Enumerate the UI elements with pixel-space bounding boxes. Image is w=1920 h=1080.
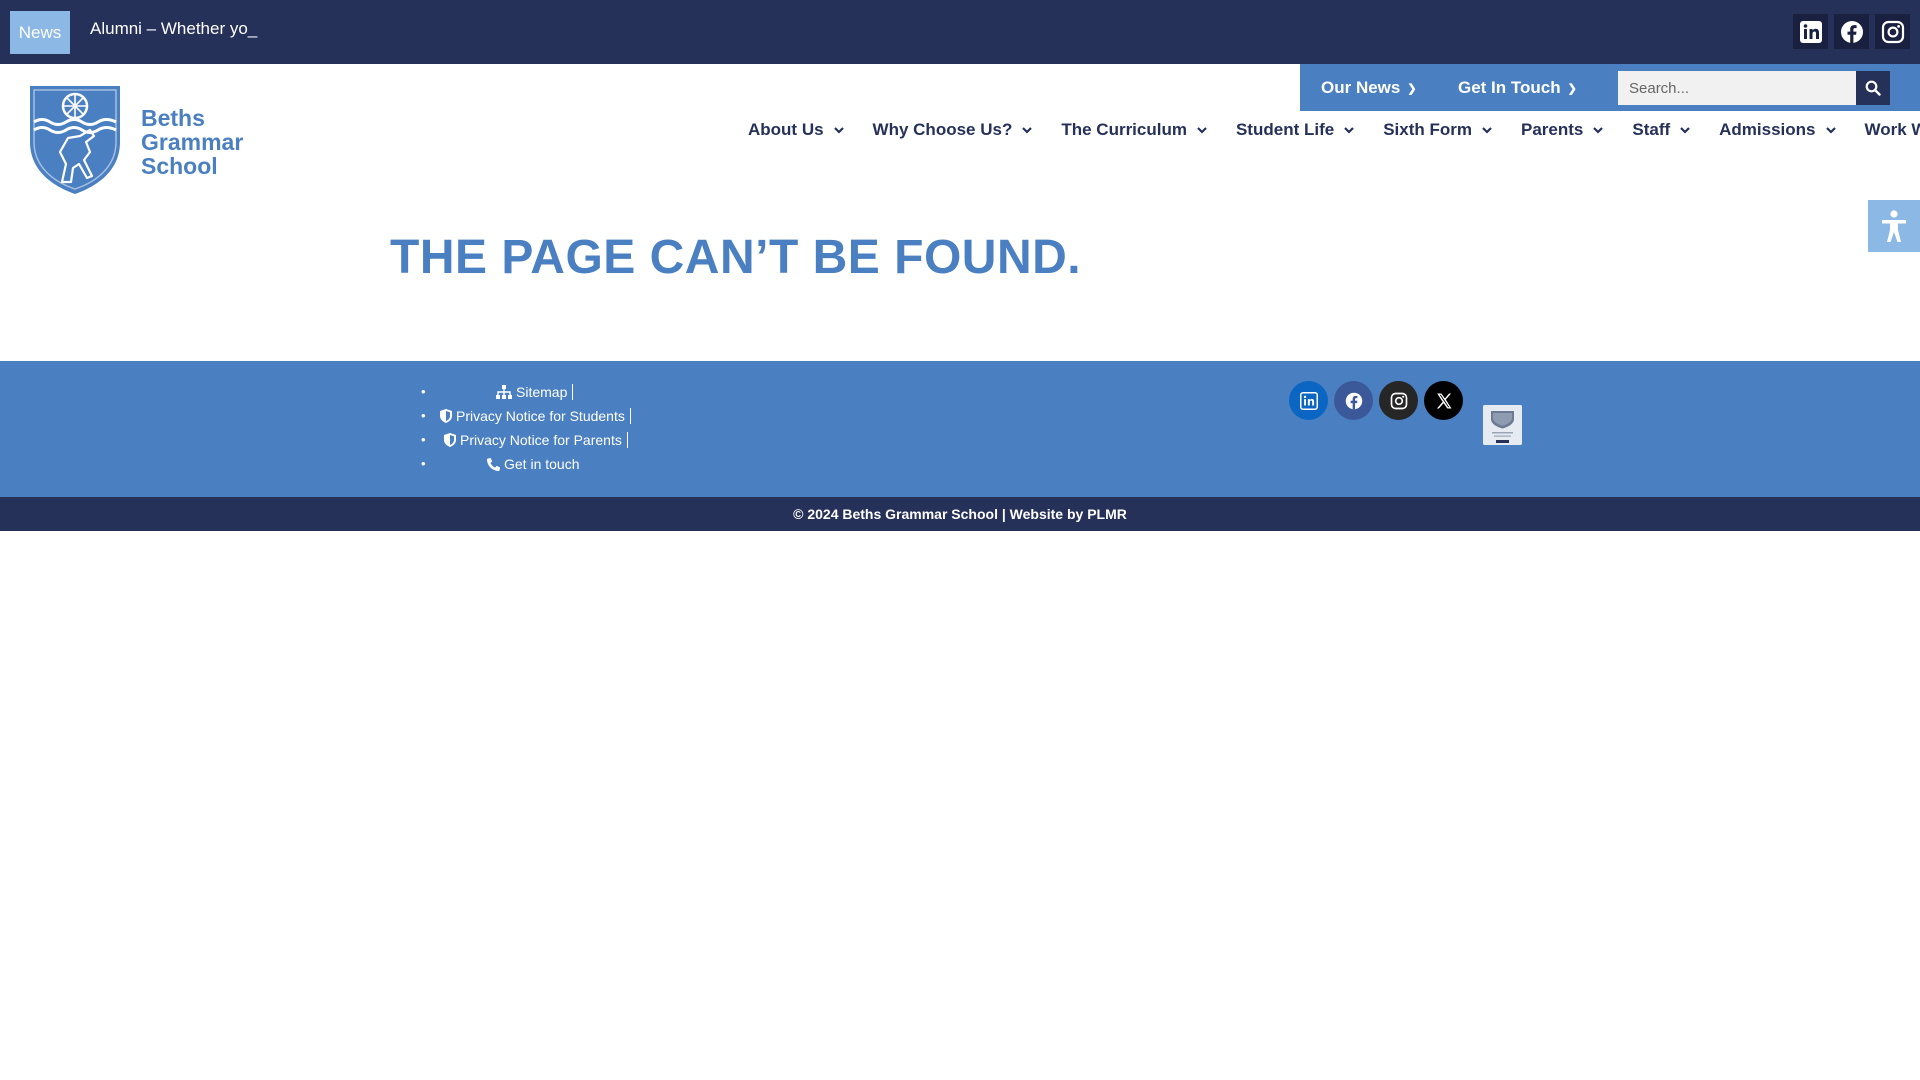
accessibility-toolbar-button[interactable] xyxy=(1868,200,1920,252)
nav-item-label: Work With Us xyxy=(1864,120,1920,139)
footer-link-label: Privacy Notice for Students xyxy=(456,408,625,424)
instagram-link[interactable] xyxy=(1875,14,1910,49)
news-label[interactable]: News xyxy=(10,11,70,54)
nav-item-parents[interactable]: Parents xyxy=(1521,120,1604,140)
facebook-icon xyxy=(1345,392,1362,409)
chevron-down-icon xyxy=(833,127,844,134)
x-icon xyxy=(1436,393,1451,408)
search-icon xyxy=(1865,80,1881,96)
site-header: Beths Grammar School Our News ❯ Get In To… xyxy=(0,64,1920,204)
school-name-line: School xyxy=(141,153,218,179)
nav-item-work-with-us[interactable]: Work With Us xyxy=(1865,120,1920,140)
linkedin-icon xyxy=(1299,391,1318,410)
utility-nav-get-in-touch[interactable]: Get In Touch ❯ xyxy=(1458,64,1577,111)
nav-item-why-choose-us[interactable]: Why Choose Us? xyxy=(873,120,1034,140)
nav-item-staff[interactable]: Staff xyxy=(1632,120,1691,140)
chevron-down-icon xyxy=(1680,127,1690,134)
footer-link-privacy-parents[interactable]: Privacy Notice for Parents xyxy=(444,429,628,451)
utility-bar: Our News ❯ Get In Touch ❯ xyxy=(1300,64,1920,111)
footer-link-label: Sitemap xyxy=(516,384,568,400)
linkedin-icon xyxy=(1799,20,1822,43)
chevron-down-icon xyxy=(1482,127,1492,134)
chevron-down-icon xyxy=(1197,127,1207,134)
chevron-down-icon: ❯ xyxy=(1567,83,1577,95)
chevron-down-icon xyxy=(1344,127,1354,134)
footer-link-label: Get in touch xyxy=(504,456,580,472)
nav-item-admissions[interactable]: Admissions xyxy=(1719,120,1836,140)
nav-item-student-life[interactable]: Student Life xyxy=(1236,120,1355,140)
utility-nav-label: Our News xyxy=(1321,78,1401,97)
accessibility-icon xyxy=(1882,210,1906,242)
school-crest-logo[interactable] xyxy=(28,84,122,196)
footer-social-links xyxy=(1289,381,1463,420)
shield-icon xyxy=(440,409,452,423)
news-ticker-text[interactable]: Alumni – Whether yo_ xyxy=(90,19,257,39)
nav-item-label: The Curriculum xyxy=(1061,120,1187,139)
search-input[interactable] xyxy=(1618,71,1856,105)
facebook-link[interactable] xyxy=(1834,14,1869,49)
school-name-line: Beths xyxy=(141,105,205,131)
footer-linkedin-link[interactable] xyxy=(1289,381,1328,420)
nav-item-the-curriculum[interactable]: The Curriculum xyxy=(1061,120,1208,140)
copyright-bar: © 2024 Beths Grammar School | Website by… xyxy=(0,497,1920,531)
shield-icon xyxy=(444,433,456,447)
main-navigation: About Us Why Choose Us? The Curriculum S… xyxy=(748,118,1920,142)
footer-link-label: Privacy Notice for Parents xyxy=(460,432,622,448)
page-title: THE PAGE CAN’T BE FOUND. xyxy=(390,231,1082,284)
nav-item-label: Admissions xyxy=(1719,120,1816,139)
instagram-icon xyxy=(1390,392,1407,409)
search-button[interactable] xyxy=(1856,71,1890,105)
nav-item-label: Staff xyxy=(1632,120,1671,139)
nav-item-about-us[interactable]: About Us xyxy=(748,120,845,140)
chevron-down-icon xyxy=(1593,127,1604,134)
linkedin-link[interactable] xyxy=(1793,14,1828,49)
sitemap-icon xyxy=(496,385,512,399)
footer-x-link[interactable] xyxy=(1424,381,1463,420)
chevron-down-icon xyxy=(1825,127,1836,134)
top-social-links xyxy=(1793,14,1910,49)
nav-item-sixth-form[interactable]: Sixth Form xyxy=(1383,120,1493,140)
instagram-icon xyxy=(1881,20,1904,43)
chevron-down-icon xyxy=(1022,127,1033,134)
footer-facebook-link[interactable] xyxy=(1334,381,1373,420)
footer-link-privacy-students[interactable]: Privacy Notice for Students xyxy=(440,405,631,427)
nav-item-label: Sixth Form xyxy=(1383,120,1472,139)
school-name[interactable]: Beths Grammar School xyxy=(141,106,243,178)
footer-link-get-in-touch[interactable]: Get in touch xyxy=(487,453,580,475)
facebook-icon xyxy=(1840,20,1863,43)
site-footer: Sitemap Privacy Notice for Students Priv… xyxy=(0,361,1920,497)
nav-item-label: About Us xyxy=(748,120,824,139)
nav-item-label: Why Choose Us? xyxy=(872,120,1013,139)
chevron-down-icon: ❯ xyxy=(1407,83,1417,95)
award-badge-icon[interactable] xyxy=(1483,405,1522,445)
phone-icon xyxy=(487,457,500,471)
school-name-line: Grammar xyxy=(141,129,244,155)
utility-nav-our-news[interactable]: Our News ❯ xyxy=(1321,64,1417,111)
utility-nav-label: Get In Touch xyxy=(1458,78,1561,97)
footer-instagram-link[interactable] xyxy=(1379,381,1418,420)
nav-item-label: Parents xyxy=(1520,120,1584,139)
footer-link-sitemap[interactable]: Sitemap xyxy=(496,381,574,403)
nav-item-label: Student Life xyxy=(1235,120,1335,139)
news-bar: News Alumni – Whether yo_ xyxy=(0,0,1920,64)
